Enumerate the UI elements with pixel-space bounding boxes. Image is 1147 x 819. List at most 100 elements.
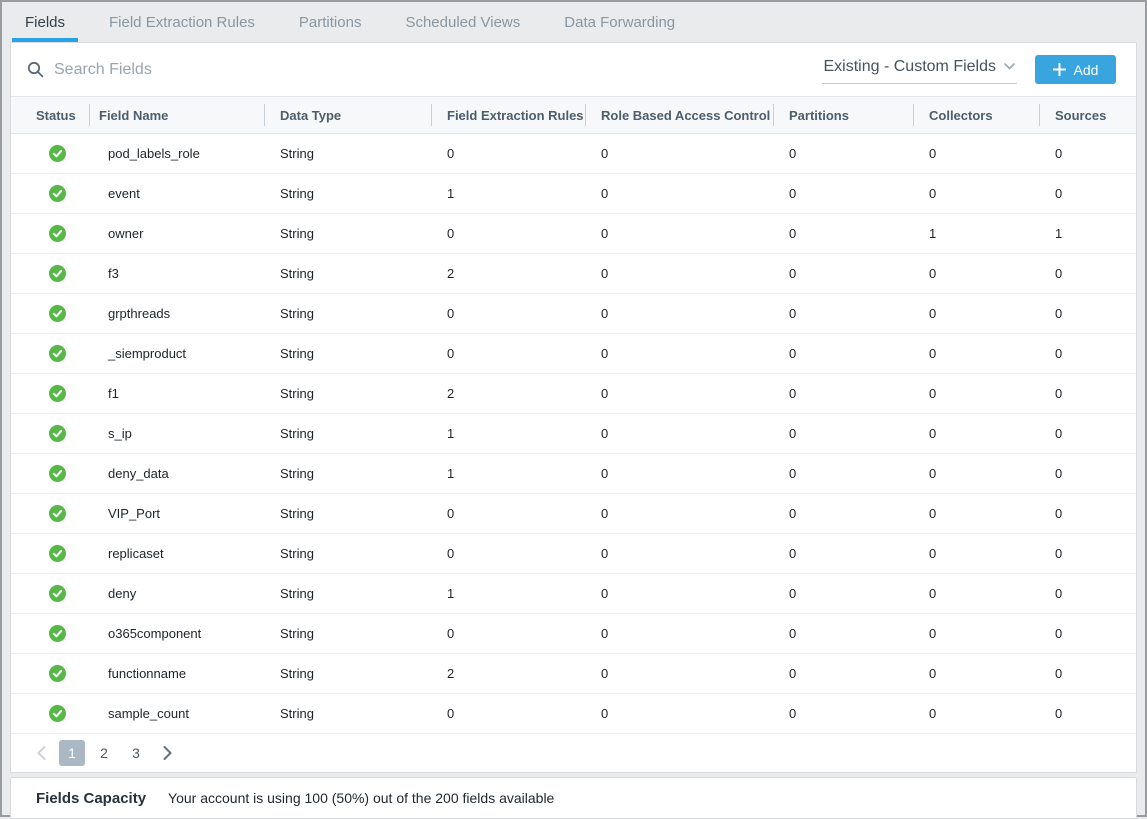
status-enabled-icon: [49, 705, 66, 722]
cell-role-based-access-control: 0: [585, 454, 773, 493]
cell-field-extraction-rules: 1: [431, 414, 585, 453]
tab-partitions[interactable]: Partitions: [286, 2, 375, 42]
next-page-button[interactable]: [155, 740, 179, 766]
table-row[interactable]: _siemproductString00000: [11, 334, 1136, 374]
cell-field-name: deny: [89, 574, 264, 613]
cell-status: [11, 174, 89, 213]
cell-data-type: String: [264, 694, 431, 733]
field-type-dropdown[interactable]: Existing - Custom Fields: [822, 56, 1018, 84]
status-enabled-icon: [49, 665, 66, 682]
cell-collectors: 0: [913, 134, 1039, 173]
cell-field-extraction-rules: 1: [431, 174, 585, 213]
cell-status: [11, 534, 89, 573]
cell-field-name: sample_count: [89, 694, 264, 733]
cell-role-based-access-control: 0: [585, 654, 773, 693]
cell-sources: 1: [1039, 214, 1136, 253]
page-button-3[interactable]: 3: [123, 740, 149, 766]
add-button-label: Add: [1074, 62, 1099, 78]
table-row[interactable]: pod_labels_roleString00000: [11, 134, 1136, 174]
cell-partitions: 0: [773, 334, 913, 373]
cell-collectors: 0: [913, 614, 1039, 653]
table-row[interactable]: f3String20000: [11, 254, 1136, 294]
table-header: StatusField NameData TypeField Extractio…: [11, 96, 1136, 134]
cell-field-name: event: [89, 174, 264, 213]
search-field: [27, 61, 822, 79]
table-row[interactable]: f1String20000: [11, 374, 1136, 414]
cell-status: [11, 654, 89, 693]
cell-data-type: String: [264, 214, 431, 253]
cell-field-extraction-rules: 0: [431, 614, 585, 653]
page-button-2[interactable]: 2: [91, 740, 117, 766]
status-enabled-icon: [49, 185, 66, 202]
cell-sources: 0: [1039, 174, 1136, 213]
cell-field-extraction-rules: 0: [431, 494, 585, 533]
status-enabled-icon: [49, 625, 66, 642]
table-row[interactable]: functionnameString20000: [11, 654, 1136, 694]
cell-status: [11, 574, 89, 613]
cell-status: [11, 294, 89, 333]
fields-panel: Existing - Custom Fields Add StatusField…: [10, 42, 1137, 773]
previous-page-button[interactable]: [29, 740, 53, 766]
table-row[interactable]: grpthreadsString00000: [11, 294, 1136, 334]
status-enabled-icon: [49, 145, 66, 162]
cell-field-name: _siemproduct: [89, 334, 264, 373]
cell-collectors: 0: [913, 454, 1039, 493]
cell-role-based-access-control: 0: [585, 254, 773, 293]
cell-data-type: String: [264, 454, 431, 493]
cell-sources: 0: [1039, 654, 1136, 693]
tab-scheduled-views[interactable]: Scheduled Views: [392, 2, 533, 42]
table-row[interactable]: ownerString00011: [11, 214, 1136, 254]
table-row[interactable]: eventString10000: [11, 174, 1136, 214]
tab-data-forwarding[interactable]: Data Forwarding: [551, 2, 688, 42]
cell-sources: 0: [1039, 454, 1136, 493]
table-row[interactable]: VIP_PortString00000: [11, 494, 1136, 534]
cell-collectors: 0: [913, 694, 1039, 733]
cell-data-type: String: [264, 374, 431, 413]
fields-capacity-bar: Fields Capacity Your account is using 10…: [10, 777, 1137, 819]
cell-field-name: VIP_Port: [89, 494, 264, 533]
cell-field-name: f3: [89, 254, 264, 293]
cell-collectors: 0: [913, 294, 1039, 333]
cell-partitions: 0: [773, 694, 913, 733]
col-header-partitions: Partitions: [773, 97, 913, 133]
status-enabled-icon: [49, 585, 66, 602]
cell-data-type: String: [264, 334, 431, 373]
table-row[interactable]: replicasetString00000: [11, 534, 1136, 574]
col-header-status: Status: [11, 97, 89, 133]
cell-role-based-access-control: 0: [585, 214, 773, 253]
tab-field-extraction-rules[interactable]: Field Extraction Rules: [96, 2, 268, 42]
cell-collectors: 0: [913, 534, 1039, 573]
cell-partitions: 0: [773, 614, 913, 653]
cell-sources: 0: [1039, 534, 1136, 573]
cell-sources: 0: [1039, 374, 1136, 413]
cell-status: [11, 494, 89, 533]
table-row[interactable]: o365componentString00000: [11, 614, 1136, 654]
cell-field-name: pod_labels_role: [89, 134, 264, 173]
cell-partitions: 0: [773, 494, 913, 533]
cell-data-type: String: [264, 534, 431, 573]
table-row[interactable]: deny_dataString10000: [11, 454, 1136, 494]
cell-collectors: 0: [913, 374, 1039, 413]
cell-field-extraction-rules: 0: [431, 334, 585, 373]
cell-role-based-access-control: 0: [585, 574, 773, 613]
table-row[interactable]: s_ipString10000: [11, 414, 1136, 454]
table-row[interactable]: denyString10000: [11, 574, 1136, 614]
cell-field-extraction-rules: 2: [431, 374, 585, 413]
cell-field-extraction-rules: 2: [431, 654, 585, 693]
cell-data-type: String: [264, 134, 431, 173]
search-input[interactable]: [54, 61, 822, 79]
add-field-button[interactable]: Add: [1035, 55, 1116, 84]
plus-icon: [1053, 63, 1066, 76]
cell-role-based-access-control: 0: [585, 294, 773, 333]
cell-field-name: deny_data: [89, 454, 264, 493]
status-enabled-icon: [49, 385, 66, 402]
table-row[interactable]: sample_countString00000: [11, 694, 1136, 734]
cell-sources: 0: [1039, 494, 1136, 533]
cell-sources: 0: [1039, 134, 1136, 173]
page-button-1[interactable]: 1: [59, 740, 85, 766]
cell-collectors: 0: [913, 494, 1039, 533]
tab-fields[interactable]: Fields: [12, 2, 78, 42]
cell-collectors: 0: [913, 254, 1039, 293]
cell-data-type: String: [264, 254, 431, 293]
cell-status: [11, 614, 89, 653]
